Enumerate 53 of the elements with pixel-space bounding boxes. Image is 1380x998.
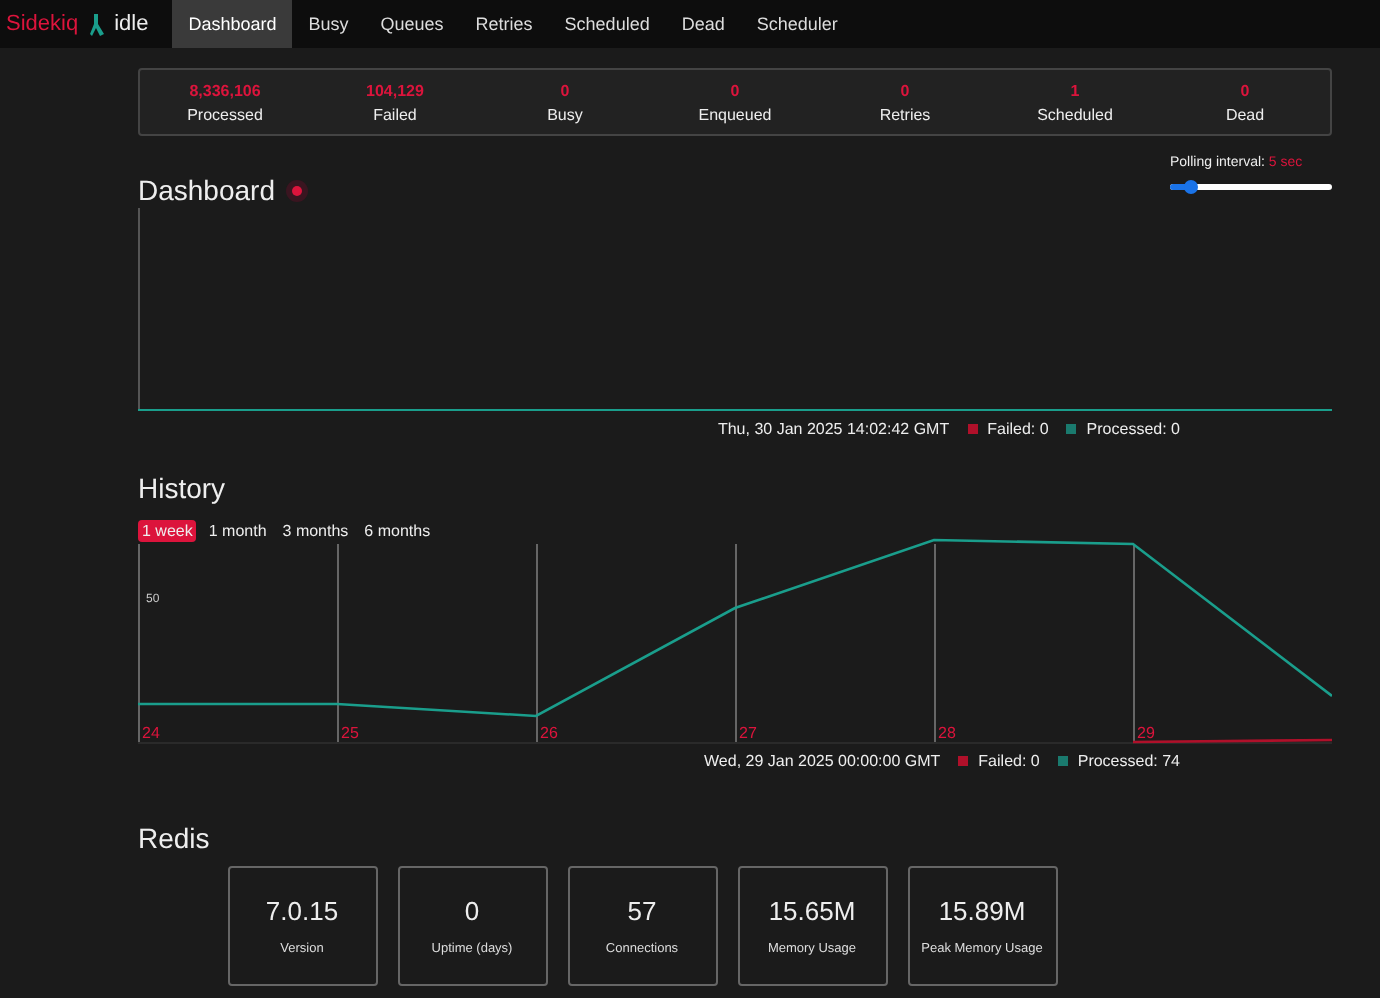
- stat-value: 0: [1240, 81, 1250, 99]
- section-title: Dashboard: [138, 174, 275, 206]
- x-axis-label: 25: [341, 724, 359, 742]
- stat-label: Processed: [187, 105, 263, 123]
- processed-swatch-icon: [1057, 755, 1068, 765]
- stat-value: 0: [900, 81, 910, 99]
- nav-tab[interactable]: Scheduled: [548, 0, 666, 48]
- x-axis-label: 26: [540, 724, 558, 742]
- brand-name[interactable]: Sidekiq: [6, 12, 79, 36]
- processed-swatch-icon: [1066, 423, 1077, 433]
- nav-tab[interactable]: Dashboard: [172, 0, 293, 48]
- stat-label: Busy: [547, 105, 583, 123]
- range-tab[interactable]: 3 months: [278, 520, 353, 542]
- nav-tab[interactable]: Scheduler: [740, 0, 854, 48]
- stat-label: Scheduled: [1037, 105, 1113, 123]
- stat-label: Dead: [1225, 105, 1265, 123]
- runner-icon: [88, 11, 107, 37]
- stat-value: 104,129: [366, 81, 424, 99]
- card-value: 15.89M: [938, 896, 1026, 926]
- legend-failed: Failed: 0: [978, 751, 1040, 769]
- legend-processed: Processed: 74: [1077, 751, 1180, 769]
- nav-tab[interactable]: Queues: [364, 0, 460, 48]
- stat-label: Retries: [879, 105, 931, 123]
- card-value: 0: [464, 896, 480, 926]
- nav-tab[interactable]: Dead: [665, 0, 741, 48]
- x-axis-label: 24: [142, 724, 160, 742]
- legend-failed: Failed: 0: [987, 419, 1049, 437]
- legend-time: Thu, 30 Jan 2025 14:02:42 GMT: [717, 419, 950, 437]
- card-value: 7.0.15: [265, 896, 339, 926]
- card-value: 57: [627, 896, 657, 926]
- stat-value: 1: [1070, 81, 1080, 99]
- legend-processed: Processed: 0: [1086, 419, 1180, 437]
- live-indicator-icon: [291, 185, 301, 195]
- section-title: History: [138, 472, 228, 504]
- card-value: 15.65M: [768, 896, 856, 926]
- stat-value: 8,336,106: [189, 81, 261, 99]
- legend-time: Wed, 29 Jan 2025 00:00:00 GMT: [704, 751, 941, 769]
- nav-tab[interactable]: Retries: [459, 0, 549, 48]
- failed-swatch-icon: [967, 423, 978, 433]
- stat-value: 0: [560, 81, 570, 99]
- x-axis-label: 27: [739, 724, 757, 742]
- section-title: Redis: [138, 822, 212, 854]
- x-axis-label: 29: [1137, 724, 1155, 742]
- stat-label: Failed: [373, 105, 417, 123]
- nav-tab[interactable]: Busy: [292, 0, 365, 48]
- stat-label: Enqueued: [698, 105, 772, 123]
- range-tab[interactable]: 1 week: [138, 520, 197, 542]
- status-text: idle: [114, 12, 149, 36]
- stat-value: 0: [730, 81, 740, 99]
- range-tab[interactable]: 1 month: [204, 520, 271, 542]
- x-axis-label: 28: [938, 724, 956, 742]
- range-tab[interactable]: 6 months: [360, 520, 435, 542]
- failed-swatch-icon: [958, 755, 969, 765]
